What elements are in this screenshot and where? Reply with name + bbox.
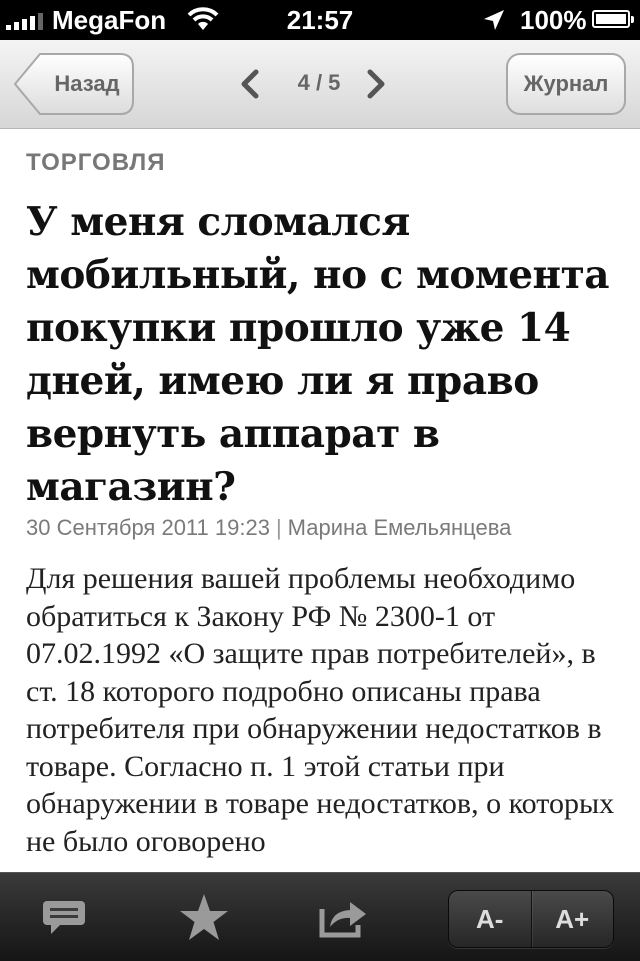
back-button[interactable]: Назад	[14, 53, 134, 115]
font-increase-button[interactable]: A+	[530, 891, 614, 947]
article-author: Марина Емельянцева	[287, 515, 512, 540]
meta-separator: |	[275, 515, 282, 540]
previous-article-icon[interactable]	[238, 68, 262, 100]
navigation-bar: Назад 4 / 5 Журнал	[0, 40, 640, 129]
font-decrease-button[interactable]: A-	[449, 891, 531, 947]
article-category: ТОРГОВЛЯ	[26, 149, 166, 176]
next-article-icon[interactable]	[364, 68, 388, 100]
font-size-control: A- A+	[448, 890, 614, 948]
article-date: 30 Сентября 2011 19:23	[26, 515, 270, 540]
article-content: ТОРГОВЛЯ У меня сломался мобильный, но с…	[26, 128, 626, 872]
share-icon[interactable]	[314, 873, 374, 961]
status-bar: MegaFon 21:57 100%	[0, 0, 640, 40]
location-arrow-icon	[482, 8, 506, 39]
star-icon[interactable]	[174, 873, 234, 961]
back-button-label: Назад	[54, 71, 120, 96]
article-body: Для решения вашей проблемы необходимо об…	[26, 562, 615, 858]
comments-icon[interactable]	[36, 873, 92, 961]
battery-icon	[592, 10, 634, 28]
article-meta: 30 Сентября 2011 19:23 | Марина Емельянцев…	[26, 515, 511, 541]
page-counter: 4 / 5	[297, 70, 341, 95]
journal-button[interactable]: Журнал	[506, 53, 626, 115]
article-pager: 4 / 5	[230, 68, 410, 102]
article-title: У меня сломался мобильный, но с момента …	[26, 199, 610, 510]
bottom-toolbar: A- A+	[0, 872, 640, 961]
battery-percentage: 100%	[520, 5, 587, 35]
